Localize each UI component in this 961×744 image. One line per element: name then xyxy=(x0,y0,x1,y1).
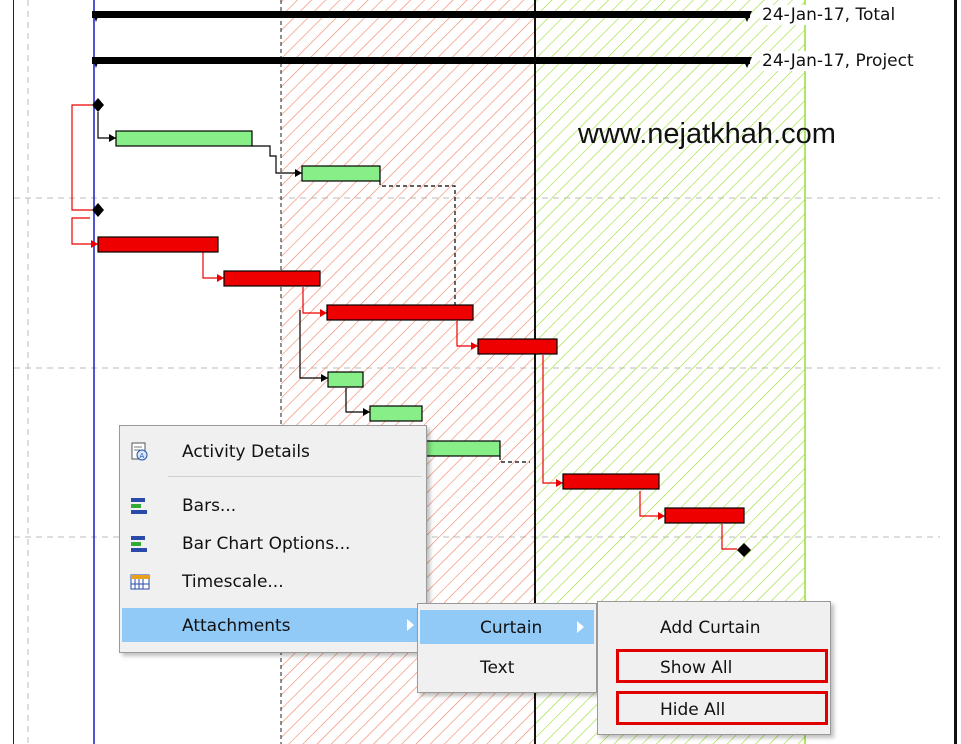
show-all-highlight-box xyxy=(616,649,828,683)
activity-details-icon: A xyxy=(131,442,148,461)
bars-icon xyxy=(131,498,147,514)
menu-item-label: Activity Details xyxy=(182,442,310,462)
menu-item-curtain[interactable]: Curtain xyxy=(420,610,594,644)
menu-separator xyxy=(168,476,422,477)
timescale-icon xyxy=(130,574,150,590)
bar-activity-7 xyxy=(327,371,364,388)
menu-item-text[interactable]: Text xyxy=(420,650,594,684)
bar-activity-10 xyxy=(562,473,660,490)
hide-all-highlight-box xyxy=(616,691,828,725)
menu-item-label: Timescale... xyxy=(182,572,284,592)
menu-item-activity-details[interactable]: A Activity Details xyxy=(122,434,424,468)
bar-activity-3 xyxy=(97,236,219,253)
bar-activity-4 xyxy=(223,270,321,287)
curtain-submenu: Add Curtain Show All Hide All xyxy=(597,601,831,735)
context-menu: A Activity Details Bars... Bar Chart Opt… xyxy=(119,425,427,653)
bar-activity-5 xyxy=(326,304,474,321)
menu-item-add-curtain[interactable]: Add Curtain xyxy=(600,610,828,644)
watermark: www.nejatkhah.com xyxy=(578,118,836,150)
menu-item-label: Curtain xyxy=(480,618,543,638)
bar-chart-options-icon xyxy=(131,536,147,552)
submenu-arrow-icon xyxy=(407,619,414,631)
bar-activity-6 xyxy=(477,338,558,355)
menu-item-label: Bar Chart Options... xyxy=(182,534,351,554)
attachments-submenu: Curtain Text xyxy=(417,603,597,693)
menu-item-attachments[interactable]: Attachments xyxy=(122,608,424,642)
svg-text:A: A xyxy=(140,452,145,460)
bar-activity-11 xyxy=(664,507,745,524)
menu-item-timescale[interactable]: Timescale... xyxy=(122,564,424,598)
bar-activity-8 xyxy=(369,405,423,422)
summary-label-total: 24-Jan-17, Total xyxy=(760,5,898,25)
menu-item-label: Bars... xyxy=(182,496,237,516)
submenu-arrow-icon xyxy=(577,621,584,633)
bar-activity-1 xyxy=(115,130,253,147)
menu-item-bar-chart-options[interactable]: Bar Chart Options... xyxy=(122,526,424,560)
menu-item-label: Add Curtain xyxy=(660,618,761,638)
gantt-window: 24-Jan-17, Total 24-Jan-17, Project www.… xyxy=(0,0,961,744)
menu-item-bars[interactable]: Bars... xyxy=(122,488,424,522)
bar-activity-2 xyxy=(301,165,381,182)
bar-activity-9 xyxy=(419,440,501,457)
menu-item-label: Text xyxy=(480,658,515,678)
menu-item-label: Attachments xyxy=(182,616,291,636)
summary-label-project: 24-Jan-17, Project xyxy=(760,51,916,71)
